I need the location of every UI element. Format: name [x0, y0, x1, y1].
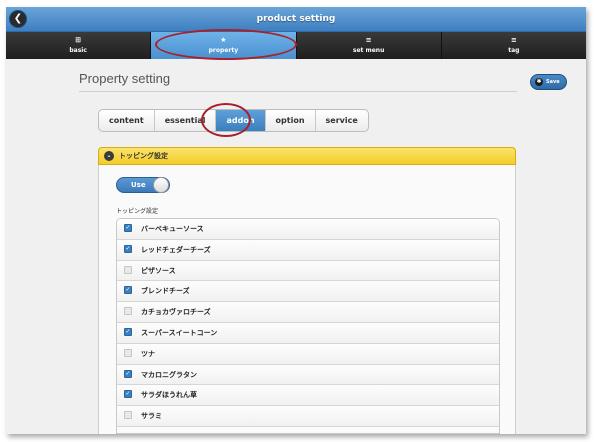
checkbox[interactable]: ✓	[124, 390, 132, 399]
list-item[interactable]: ✓ スーパースイートコーン	[117, 322, 499, 344]
save-label: Save	[546, 79, 560, 85]
tab-property[interactable]: ★ property	[151, 32, 297, 59]
chevron-down-icon: ⌄	[104, 151, 114, 161]
list-item[interactable]: ✓ サラダほうれん草	[117, 385, 499, 407]
segment-control: content essential addon option service	[98, 109, 369, 132]
item-label: ピザソース	[141, 266, 176, 275]
checkbox[interactable]: ✓	[124, 244, 132, 253]
tab-label: tag	[508, 47, 520, 54]
segment-addon[interactable]: addon	[216, 110, 266, 131]
list-item[interactable]	[117, 426, 499, 433]
list-item[interactable]: サラミ	[117, 406, 499, 427]
topping-list: ✓ バーベキューソース ✓ レッドチェダーチーズ ピザソース ✓ ブレンドチーズ…	[116, 218, 500, 434]
list-item[interactable]: ピザソース	[117, 260, 499, 282]
list-item[interactable]: ✓ マカロニグラタン	[117, 364, 499, 386]
app-window: ❮ product setting ⊞ basic ★ property ≡ s…	[6, 7, 586, 434]
gear-icon: ✱	[535, 77, 543, 86]
list-label: トッピング設定	[116, 208, 159, 215]
item-label: レッドチェダーチーズ	[141, 245, 211, 254]
checkbox[interactable]	[124, 411, 132, 420]
list-item[interactable]: ✓ レッドチェダーチーズ	[117, 239, 499, 261]
list-icon: ≡	[510, 36, 517, 44]
list-item[interactable]: ✓ ブレンドチーズ	[117, 281, 499, 303]
tab-tag[interactable]: ≡ tag	[441, 32, 586, 59]
header-title: product setting	[256, 14, 336, 24]
item-label: バーベキューソース	[141, 225, 204, 233]
list-item[interactable]: ✓ バーベキューソース	[117, 219, 499, 240]
item-label: サラミ	[141, 412, 162, 421]
tab-label: basic	[69, 47, 87, 54]
grid-icon: ⊞	[75, 36, 82, 44]
use-toggle[interactable]: Use	[116, 177, 170, 193]
tab-label: set menu	[352, 47, 385, 54]
nav-bar: ⊞ basic ★ property ≡ set menu ≡ tag	[6, 32, 586, 59]
segment-essential[interactable]: essential	[155, 110, 217, 131]
segment-content[interactable]: content	[99, 110, 155, 131]
checkbox[interactable]	[124, 265, 132, 274]
checkbox[interactable]: ✓	[124, 224, 132, 232]
checkbox[interactable]	[124, 307, 132, 316]
panel-header[interactable]: ⌄ トッピング設定	[98, 147, 516, 165]
toggle-knob[interactable]	[153, 177, 169, 193]
save-button[interactable]: ✱ Save	[530, 74, 567, 90]
header-bar: ❮ product setting	[6, 7, 586, 32]
tab-basic[interactable]: ⊞ basic	[6, 32, 152, 59]
list-item[interactable]: カチョカヴァロチーズ	[117, 302, 499, 323]
checkbox[interactable]	[124, 348, 132, 357]
segment-option[interactable]: option	[266, 110, 316, 131]
tab-label: property	[208, 47, 239, 54]
page-title: Property setting	[79, 71, 171, 86]
item-label: ブレンドチーズ	[141, 287, 190, 296]
tab-set-menu[interactable]: ≡ set menu	[296, 32, 442, 59]
segment-service[interactable]: service	[316, 110, 368, 131]
list-item[interactable]: ツナ	[117, 343, 499, 365]
checkbox[interactable]: ✓	[124, 286, 132, 295]
list-icon: ≡	[365, 36, 372, 44]
item-label: マカロニグラタン	[141, 370, 197, 379]
item-label: スーパースイートコーン	[141, 328, 218, 337]
panel-title: トッピング設定	[119, 152, 168, 160]
item-label: ツナ	[141, 349, 155, 358]
checkbox[interactable]: ✓	[124, 327, 132, 336]
item-label: カチョカヴァロチーズ	[141, 308, 211, 317]
star-icon: ★	[220, 36, 227, 44]
toggle-label: Use	[131, 181, 146, 189]
title-divider	[79, 91, 517, 92]
item-label: サラダほうれん草	[141, 391, 197, 400]
checkbox[interactable]: ✓	[124, 369, 132, 378]
